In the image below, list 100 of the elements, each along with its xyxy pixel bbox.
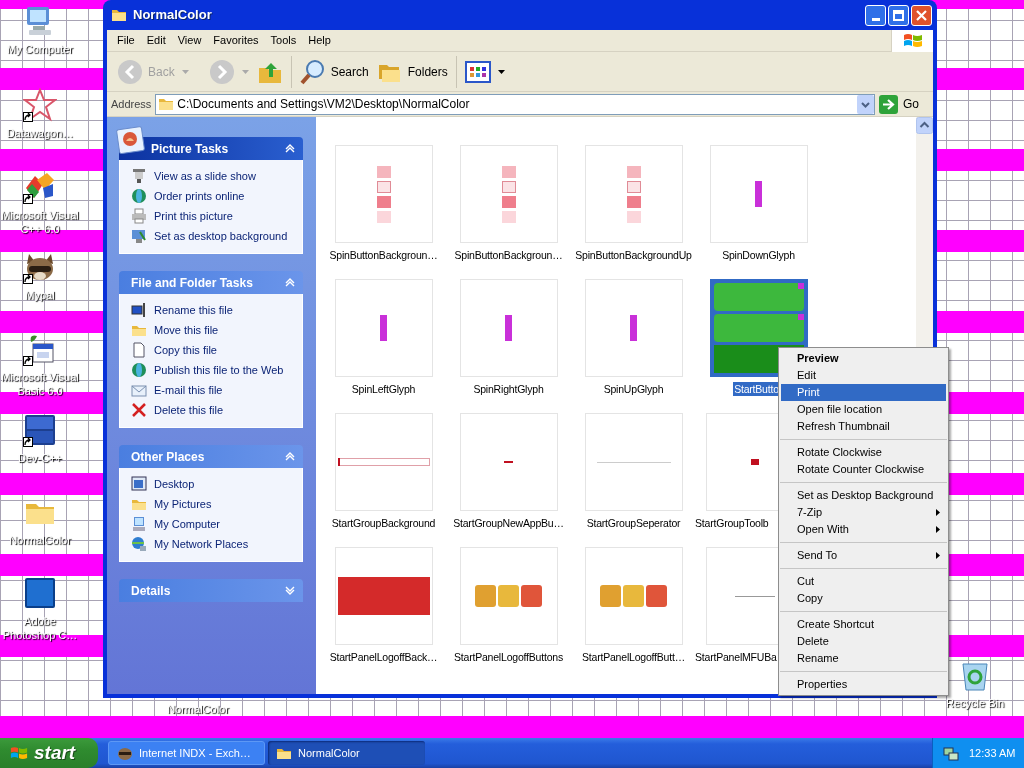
file-name: StartButto	[733, 382, 780, 396]
menu-item[interactable]: Set as Desktop Background	[781, 487, 946, 504]
task-link[interactable]: Desktop	[154, 475, 195, 493]
menu-item[interactable]: 7-Zip	[781, 504, 946, 521]
menu-item[interactable]: Favorites	[207, 32, 265, 49]
network-icon[interactable]	[943, 745, 959, 761]
panel-title: Details	[131, 582, 172, 600]
go-button[interactable]: Go	[879, 94, 931, 114]
start-button[interactable]: start	[0, 738, 98, 768]
menu-item[interactable]: Copy	[781, 590, 946, 607]
close-button[interactable]	[911, 4, 932, 26]
star-icon[interactable]	[23, 88, 57, 122]
menu-item[interactable]: Delete	[781, 633, 946, 650]
file-name: SpinRightGlyph	[472, 382, 545, 396]
desktop-icon-label[interactable]: NormalColor	[167, 702, 229, 716]
envelope-icon	[131, 382, 147, 398]
panel-header[interactable]: Picture Tasks	[119, 137, 303, 160]
taskbar-button[interactable]: NormalColor	[268, 741, 425, 765]
image-drawing	[600, 585, 667, 607]
picture-icon	[116, 125, 146, 155]
panel-header[interactable]: File and Folder Tasks	[119, 271, 303, 294]
menu-item[interactable]: File	[111, 32, 141, 49]
menu-item[interactable]: Cut	[781, 573, 946, 590]
address-field[interactable]: C:\Documents and Settings\VM2\Desktop\NormalColor	[155, 93, 875, 115]
projector-icon	[131, 168, 147, 184]
image-drawing	[755, 181, 762, 207]
file-name: SpinDownGlyph	[721, 248, 796, 262]
desktop-icon-label[interactable]: Datawagon…	[6, 126, 74, 140]
task-link[interactable]: Delete this file	[154, 401, 224, 419]
task-link[interactable]: My Network Places	[154, 535, 249, 553]
menu-item[interactable]: Send To	[781, 547, 946, 564]
image-drawing	[626, 165, 641, 223]
window-title: NormalColor	[133, 6, 212, 25]
collapse-chevron-icon[interactable]	[285, 452, 295, 461]
menu-item[interactable]: View	[171, 32, 208, 49]
panel-header[interactable]: Other Places	[119, 445, 303, 468]
caret-icon	[181, 69, 189, 74]
caret-icon	[241, 69, 249, 74]
clock: 12:33 AM	[969, 745, 1016, 761]
menu-item[interactable]: Open With	[781, 521, 946, 538]
menu-item[interactable]: Preview	[781, 350, 946, 367]
menu-item[interactable]: Create Shortcut	[781, 616, 946, 633]
rename-icon	[131, 302, 147, 318]
folder-icon	[158, 97, 175, 111]
task-link[interactable]: Publish this file to the Web	[154, 361, 284, 379]
task-link[interactable]: My Computer	[154, 515, 221, 533]
task-link[interactable]: Set as desktop background	[154, 227, 288, 245]
menu-item[interactable]: Properties	[781, 676, 946, 693]
scroll-up-icon[interactable]	[916, 117, 933, 134]
task-link[interactable]: Print this picture	[154, 207, 233, 225]
task-link[interactable]: Rename this file	[154, 301, 233, 319]
app-icon[interactable]	[23, 413, 57, 447]
task-link[interactable]: My Pictures	[154, 495, 212, 513]
menu-item[interactable]: Rename	[781, 650, 946, 667]
task-link[interactable]: Order prints online	[154, 187, 245, 205]
expand-chevron-icon[interactable]	[285, 586, 295, 595]
menu-item[interactable]: Edit	[781, 367, 946, 384]
panel-title: File and Folder Tasks	[131, 274, 254, 292]
windows-logo-icon	[10, 744, 28, 762]
taskbar-button[interactable]: Internet INDX - Exch…	[108, 741, 265, 765]
search-button[interactable]: Search	[297, 54, 371, 89]
delete-icon	[131, 402, 147, 418]
maximize-button[interactable]	[888, 4, 909, 26]
folder-icon	[111, 8, 127, 22]
panel-header[interactable]: Details	[119, 579, 303, 602]
folders-button[interactable]: Folders	[374, 54, 450, 89]
image-drawing	[751, 459, 759, 465]
monitor-icon	[131, 228, 147, 244]
task-link[interactable]: Copy this file	[154, 341, 217, 359]
desktop-icon-label[interactable]: My Computer	[7, 42, 73, 56]
desktop-icon	[131, 476, 147, 492]
collapse-chevron-icon[interactable]	[285, 278, 295, 287]
menu-item[interactable]: Open file location	[781, 401, 946, 418]
task-link[interactable]: Move this file	[154, 321, 219, 339]
panel-title: Picture Tasks	[151, 140, 230, 158]
network-icon	[131, 536, 147, 552]
menu-item[interactable]: Edit	[140, 32, 172, 49]
file-name: StartPanelLogoffButtons	[452, 650, 564, 664]
menu-item[interactable]: Refresh Thumbnail	[781, 418, 946, 435]
task-link[interactable]: View as a slide show	[154, 167, 256, 185]
image-drawing	[475, 585, 542, 607]
file-name: StartPanelLogoffBack…	[328, 650, 439, 664]
menu-item[interactable]: Rotate Counter Clockwise	[781, 461, 946, 478]
menu-item[interactable]: Help	[302, 32, 337, 49]
app-icon[interactable]	[23, 576, 57, 610]
collapse-chevron-icon[interactable]	[285, 144, 295, 153]
menu-item[interactable]: Print	[781, 384, 946, 401]
desktop-icon-label[interactable]: Mypal	[25, 288, 55, 302]
computer-icon	[131, 516, 147, 532]
desktop-icon-label[interactable]: Recycle Bin	[945, 696, 1005, 710]
desktop-icon-label[interactable]: Dev-C++	[18, 451, 62, 465]
file-name: SpinButtonBackgroun…	[328, 248, 439, 262]
file-name: StartPanelLogoffButt…	[581, 650, 686, 664]
printer-icon	[131, 208, 147, 224]
file-name: StartGroupSeperator	[585, 516, 682, 530]
minimize-button[interactable]	[865, 4, 886, 26]
desktop-icon-label[interactable]: NormalColor	[9, 533, 71, 547]
task-link[interactable]: E-mail this file	[154, 381, 223, 399]
menu-item[interactable]: Rotate Clockwise	[781, 444, 946, 461]
menu-item[interactable]: Tools	[264, 32, 303, 49]
